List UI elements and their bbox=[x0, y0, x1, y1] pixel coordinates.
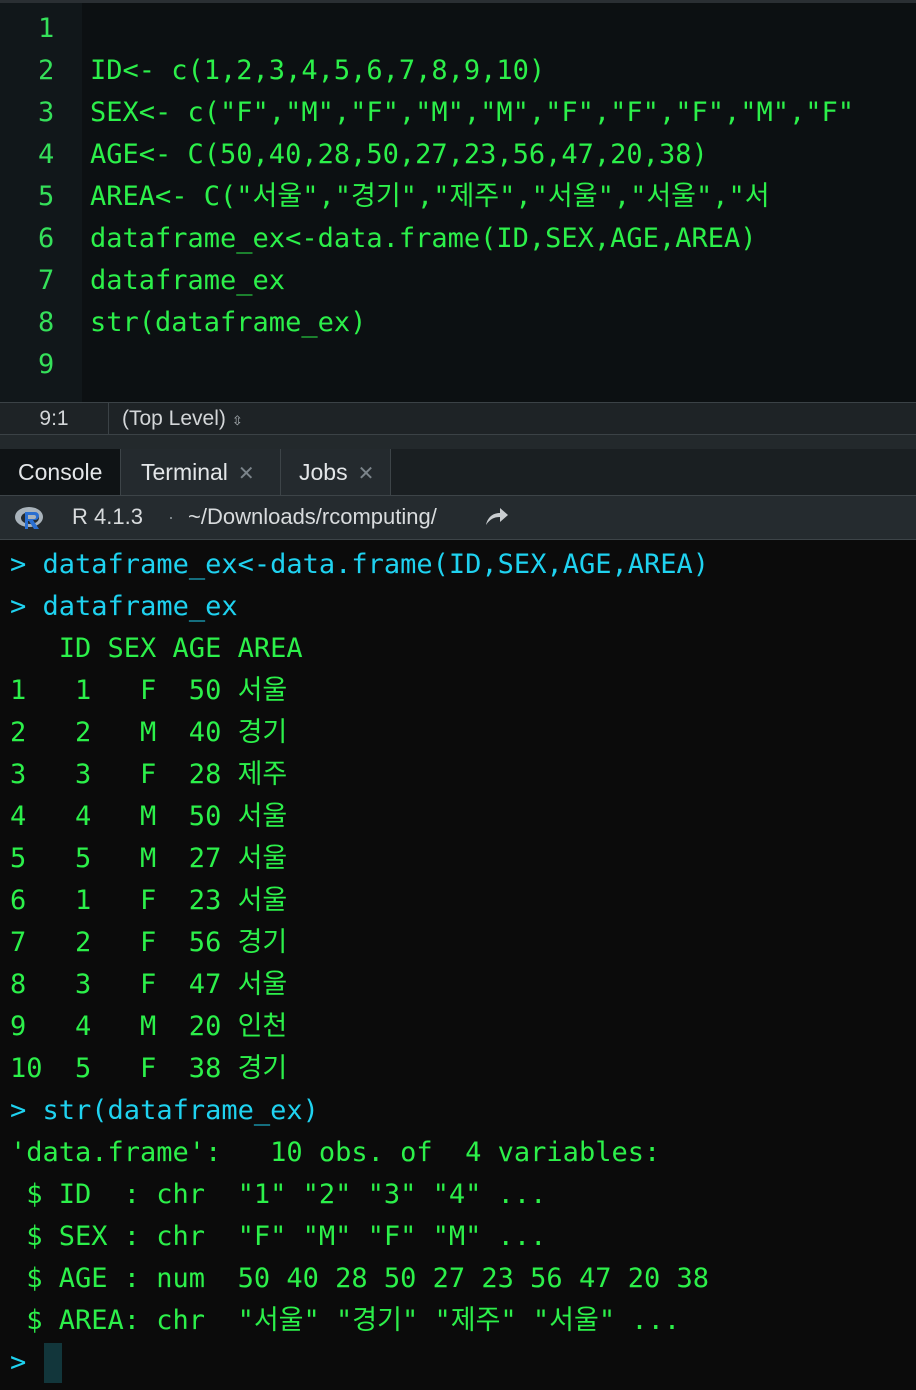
line-number: 8 bbox=[38, 307, 55, 338]
close-icon[interactable]: ✕ bbox=[238, 463, 255, 485]
editor-line[interactable]: 9 bbox=[0, 344, 916, 386]
console-output-line: 10 5 F 38 경기 bbox=[10, 1053, 288, 1084]
console-tab-bar: Console Terminal ✕ Jobs ✕ bbox=[0, 449, 916, 496]
console-output-line: $ SEX : chr "F" "M" "F" "M" ... bbox=[10, 1221, 547, 1252]
line-number: 5 bbox=[38, 181, 55, 212]
header-separator: · bbox=[168, 507, 174, 527]
console-output[interactable]: > dataframe_ex<-data.frame(ID,SEX,AGE,AR… bbox=[0, 540, 916, 1390]
scope-label: (Top Level) bbox=[122, 407, 226, 430]
console-output-line: 'data.frame': 10 obs. of 4 variables: bbox=[10, 1137, 661, 1168]
line-number: 9 bbox=[38, 349, 55, 380]
console-output-line: $ AREA: chr "서울" "경기" "제주" "서울" ... bbox=[10, 1305, 681, 1336]
console-command-line: > dataframe_ex<-data.frame(ID,SEX,AGE,AR… bbox=[10, 544, 709, 586]
pane-splitter[interactable] bbox=[0, 435, 916, 449]
updown-icon: ⇳ bbox=[231, 413, 243, 428]
editor-line[interactable]: 3 SEX<- c("F","M","F","M","M","F","F","F"… bbox=[0, 92, 916, 134]
editor-line[interactable]: 1 bbox=[0, 8, 916, 50]
code-text: SEX<- c("F","M","F","M","M","F","F","F",… bbox=[90, 97, 855, 128]
console-output-line: 3 3 F 28 제주 bbox=[10, 759, 288, 790]
working-directory[interactable]: ~/Downloads/rcomputing/ bbox=[188, 496, 437, 538]
line-number: 3 bbox=[38, 97, 55, 128]
console-output-line: 2 2 M 40 경기 bbox=[10, 717, 288, 748]
console-output-line: ID SEX AGE AREA bbox=[10, 633, 303, 664]
console-command-line: > dataframe_ex bbox=[10, 586, 238, 628]
tab-jobs[interactable]: Jobs ✕ bbox=[281, 449, 391, 495]
tab-label: Jobs bbox=[299, 459, 348, 485]
editor-status-bar: 9:1 (Top Level) ⇳ bbox=[0, 402, 916, 435]
line-number: 7 bbox=[38, 265, 55, 296]
editor-line[interactable]: 2 ID<- c(1,2,3,4,5,6,7,8,9,10) bbox=[0, 50, 916, 92]
line-number: 2 bbox=[38, 55, 55, 86]
tab-console[interactable]: Console bbox=[0, 449, 121, 495]
cursor-position: 9:1 bbox=[0, 403, 109, 434]
code-text: dataframe_ex bbox=[90, 265, 286, 296]
editor-line[interactable]: 7 dataframe_ex bbox=[0, 260, 916, 302]
tab-label: Console bbox=[18, 459, 103, 485]
code-text: ID<- c(1,2,3,4,5,6,7,8,9,10) bbox=[90, 55, 546, 86]
console-output-line: 1 1 F 50 서울 bbox=[10, 675, 288, 706]
command-text: dataframe_ex bbox=[42, 591, 238, 622]
console-output-line: $ ID : chr "1" "2" "3" "4" ... bbox=[10, 1179, 547, 1210]
console-output-line: 6 1 F 23 서울 bbox=[10, 885, 288, 916]
console-header: R 4.1.3 · ~/Downloads/rcomputing/ bbox=[0, 496, 916, 540]
editor-line[interactable]: 5 AREA<- C("서울","경기","제주","서울","서울","서 bbox=[0, 176, 916, 218]
editor-line[interactable]: 8 str(dataframe_ex) bbox=[0, 302, 916, 344]
prompt-symbol: > bbox=[10, 1095, 27, 1126]
source-editor[interactable]: 1 2 ID<- c(1,2,3,4,5,6,7,8,9,10) 3 SEX<- c("… bbox=[0, 0, 916, 402]
console-output-line: 9 4 M 20 인천 bbox=[10, 1011, 288, 1042]
code-text: AGE<- C(50,40,28,50,27,23,56,47,20,38) bbox=[90, 139, 708, 170]
console-output-line: 4 4 M 50 서울 bbox=[10, 801, 288, 832]
console-prompt-line[interactable]: > bbox=[10, 1342, 43, 1384]
share-arrow-icon[interactable] bbox=[484, 505, 510, 527]
console-command-line: > str(dataframe_ex) bbox=[10, 1090, 319, 1132]
r-version: R 4.1.3 bbox=[72, 504, 143, 529]
console-output-line: 7 2 F 56 경기 bbox=[10, 927, 288, 958]
console-output-line: 5 5 M 27 서울 bbox=[10, 843, 288, 874]
r-logo-icon bbox=[15, 507, 43, 529]
console-output-line: $ AGE : num 50 40 28 50 27 23 56 47 20 3… bbox=[10, 1263, 709, 1294]
prompt-symbol: > bbox=[10, 549, 27, 580]
editor-line[interactable]: 4 AGE<- C(50,40,28,50,27,23,56,47,20,38) bbox=[0, 134, 916, 176]
close-icon[interactable]: ✕ bbox=[358, 463, 375, 485]
line-number: 1 bbox=[38, 13, 55, 44]
line-number: 6 bbox=[38, 223, 55, 254]
prompt-symbol: > bbox=[10, 1347, 27, 1378]
code-text: str(dataframe_ex) bbox=[90, 307, 367, 338]
command-text: str(dataframe_ex) bbox=[42, 1095, 319, 1126]
console-output-line: 8 3 F 47 서울 bbox=[10, 969, 288, 1000]
code-text: dataframe_ex<-data.frame(ID,SEX,AGE,AREA… bbox=[90, 223, 757, 254]
text-cursor bbox=[44, 1343, 62, 1383]
line-number: 4 bbox=[38, 139, 55, 170]
editor-line[interactable]: 6 dataframe_ex<-data.frame(ID,SEX,AGE,ARE… bbox=[0, 218, 916, 260]
code-text: AREA<- C("서울","경기","제주","서울","서울","서 bbox=[90, 181, 770, 212]
prompt-symbol: > bbox=[10, 591, 27, 622]
tab-terminal[interactable]: Terminal ✕ bbox=[121, 449, 281, 495]
scope-selector[interactable]: (Top Level) ⇳ bbox=[122, 403, 243, 434]
command-text: dataframe_ex<-data.frame(ID,SEX,AGE,AREA… bbox=[42, 549, 710, 580]
tab-label: Terminal bbox=[141, 459, 228, 485]
